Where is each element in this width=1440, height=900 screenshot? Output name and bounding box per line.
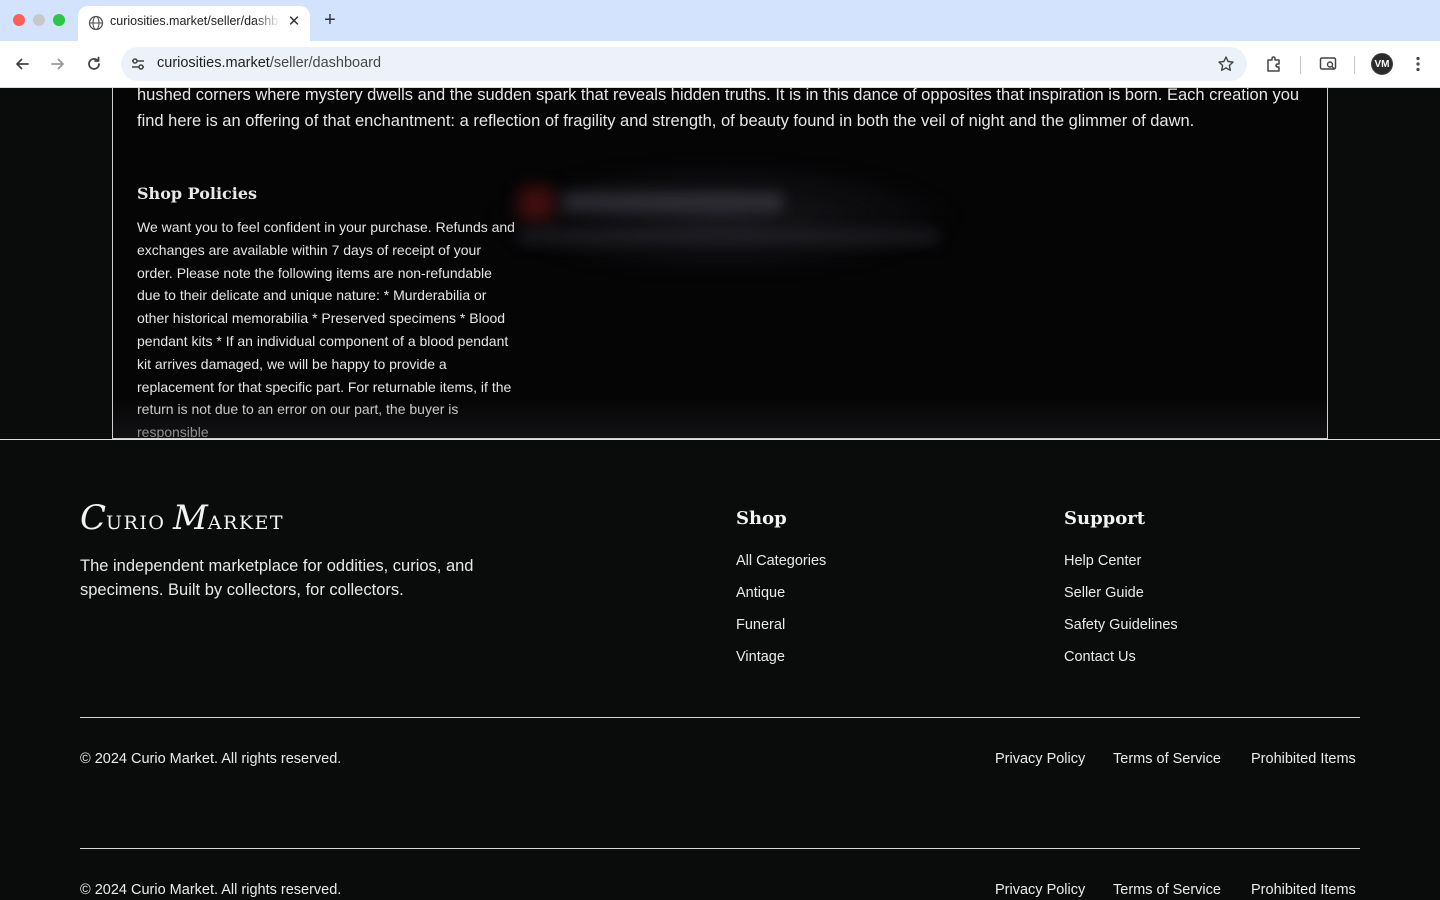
- page-content: hushed corners where mystery dwells and …: [0, 88, 1440, 900]
- terms-of-service-link[interactable]: Terms of Service: [1113, 882, 1221, 898]
- minimize-window-button[interactable]: [33, 14, 45, 26]
- privacy-policy-link[interactable]: Privacy Policy: [995, 882, 1085, 898]
- back-icon[interactable]: [11, 53, 33, 75]
- footer-tagline: The independent marketplace for oddities…: [80, 557, 474, 599]
- url-host: curiosities.market: [157, 55, 270, 71]
- blurred-overlay-title: [563, 192, 783, 212]
- star-icon[interactable]: [1217, 55, 1235, 73]
- extensions-icon[interactable]: [1264, 54, 1284, 74]
- cast-icon[interactable]: [1318, 54, 1338, 74]
- blurred-overlay: [483, 158, 963, 278]
- footer-link-antique[interactable]: Antique: [736, 585, 785, 601]
- footer-shop-heading: Shop: [736, 508, 787, 529]
- tab-strip: curiosities.market/seller/dashboard ✕ +: [0, 0, 1440, 41]
- terms-of-service-link[interactable]: Terms of Service: [1113, 751, 1221, 767]
- globe-icon: [88, 15, 104, 31]
- profile-avatar[interactable]: VM: [1371, 53, 1393, 75]
- site-footer: CURIO MARKET The independent marketplace…: [0, 439, 1440, 900]
- footer-divider: [80, 848, 1360, 849]
- footer-link-all-categories[interactable]: All Categories: [736, 553, 826, 569]
- footer-divider: [80, 717, 1360, 718]
- shop-about-panel: hushed corners where mystery dwells and …: [112, 88, 1328, 439]
- browser-tab[interactable]: curiosities.market/seller/dashboard ✕: [78, 6, 310, 41]
- panel-fade: [113, 398, 1327, 438]
- footer-link-funeral[interactable]: Funeral: [736, 617, 785, 633]
- shop-about-text: hushed corners where mystery dwells and …: [137, 88, 1300, 130]
- prohibited-items-link[interactable]: Prohibited Items: [1251, 882, 1356, 898]
- tab-title: curiosities.market/seller/dashboard: [110, 14, 280, 28]
- copyright-text: © 2024 Curio Market. All rights reserved…: [80, 882, 342, 898]
- copyright-text: © 2024 Curio Market. All rights reserved…: [80, 751, 342, 767]
- footer-link-contact-us[interactable]: Contact Us: [1064, 649, 1136, 665]
- plus-icon[interactable]: +: [320, 10, 340, 30]
- address-bar[interactable]: curiosities.market/seller/dashboard: [121, 47, 1247, 81]
- blurred-overlay-icon: [518, 186, 554, 220]
- browser-toolbar: curiosities.market/seller/dashboard VM: [0, 41, 1440, 88]
- footer-link-help-center[interactable]: Help Center: [1064, 553, 1141, 569]
- maximize-window-button[interactable]: [53, 14, 65, 26]
- close-window-button[interactable]: [13, 14, 25, 26]
- toolbar-separator: [1354, 56, 1355, 74]
- reload-icon[interactable]: [83, 53, 105, 75]
- shop-policies-heading: Shop Policies: [137, 184, 258, 203]
- url-text: curiosities.market/seller/dashboard: [157, 55, 381, 71]
- site-info-icon[interactable]: [129, 55, 147, 73]
- forward-icon[interactable]: [47, 53, 69, 75]
- url-path: /seller/dashboard: [269, 55, 382, 71]
- footer-link-seller-guide[interactable]: Seller Guide: [1064, 585, 1144, 601]
- toolbar-separator: [1300, 56, 1301, 74]
- curio-market-logo[interactable]: CURIO MARKET: [80, 498, 284, 538]
- prohibited-items-link[interactable]: Prohibited Items: [1251, 751, 1356, 767]
- close-icon[interactable]: ✕: [286, 14, 302, 30]
- footer-support-heading: Support: [1064, 508, 1146, 529]
- menu-icon[interactable]: [1408, 54, 1428, 74]
- blurred-overlay-subtitle: [518, 230, 938, 244]
- footer-link-vintage[interactable]: Vintage: [736, 649, 785, 665]
- footer-link-safety-guidelines[interactable]: Safety Guidelines: [1064, 617, 1178, 633]
- privacy-policy-link[interactable]: Privacy Policy: [995, 751, 1085, 767]
